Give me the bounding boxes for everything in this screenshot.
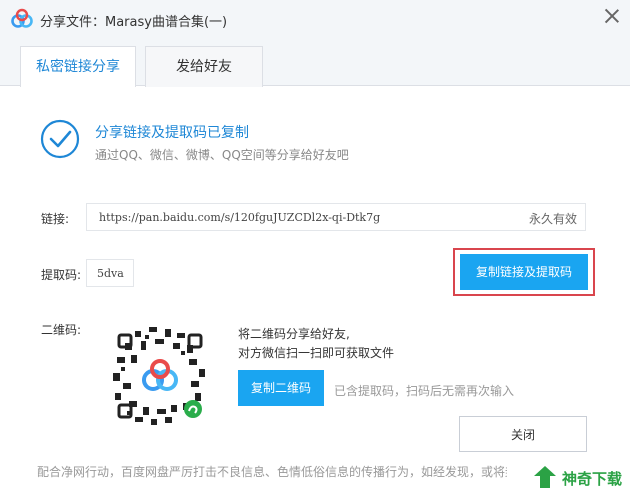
qr-description-line1: 将二维码分享给好友, (238, 327, 350, 341)
copy-qr-button[interactable]: 复制二维码 (238, 370, 324, 406)
qr-label: 二维码: (41, 323, 82, 337)
window-title: 分享文件：Marasy曲谱合集(一) (40, 15, 228, 30)
title-bar: 分享文件：Marasy曲谱合集(一) (0, 0, 630, 38)
close-icon[interactable] (604, 8, 620, 24)
download-logo-icon (534, 466, 556, 488)
code-value[interactable]: 5dva (97, 267, 124, 280)
link-label: 链接: (41, 212, 70, 226)
success-subtitle: 通过QQ、微信、微博、QQ空间等分享给好友吧 (95, 148, 349, 162)
success-title: 分享链接及提取码已复制 (95, 125, 249, 141)
qr-code (107, 323, 213, 429)
watermark-text: 神奇下载 (562, 470, 623, 488)
code-field[interactable]: 5dva (86, 259, 134, 287)
baidu-netdisk-logo-icon (11, 8, 33, 28)
success-check-icon (40, 119, 80, 159)
tab-private-link[interactable]: 私密链接分享 (20, 46, 136, 87)
footer-notice: 配合净网行动，百度网盘严厉打击不良信息、色情低俗信息的传播行为，如经发现，或将封… (37, 465, 507, 479)
link-validity: 永久有效 (528, 212, 577, 226)
watermark: 神奇下载 (508, 458, 630, 499)
qr-description-line2: 对方微信扫一扫即可获取文件 (238, 346, 395, 360)
tab-send-to-friend[interactable]: 发给好友 (145, 46, 263, 87)
close-button[interactable]: 关闭 (459, 416, 587, 452)
qr-hint: 已含提取码，扫码后无需再次输入 (334, 384, 515, 398)
copy-link-button[interactable]: 复制链接及提取码 (460, 254, 588, 290)
link-field[interactable]: https://pan.baidu.com/s/120fguJUZCDl2x-q… (86, 203, 586, 231)
tab-bar: 私密链接分享 发给好友 (0, 38, 630, 87)
code-label: 提取码: (41, 268, 82, 282)
link-url[interactable]: https://pan.baidu.com/s/120fguJUZCDl2x-q… (99, 211, 380, 224)
